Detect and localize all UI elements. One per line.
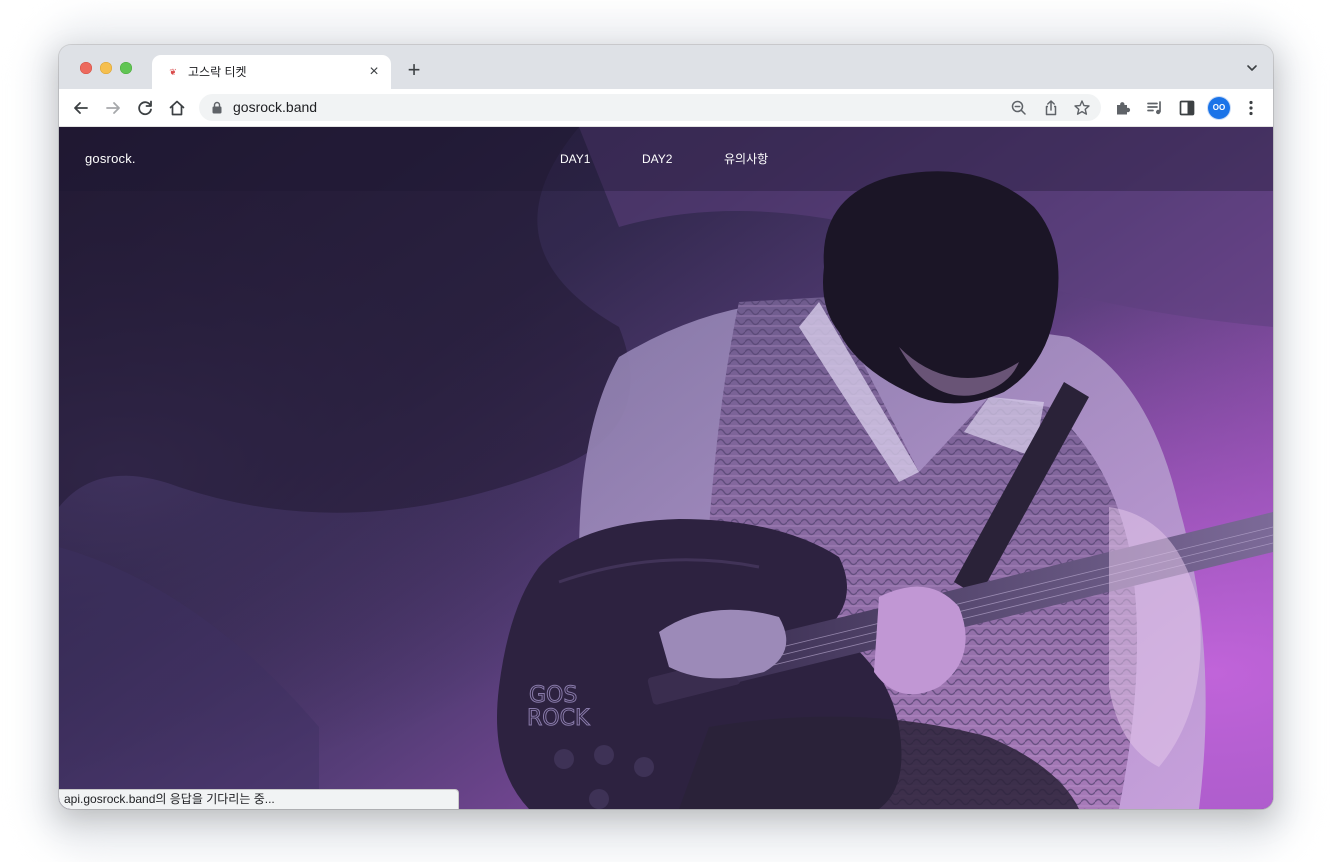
- new-tab-button[interactable]: +: [402, 59, 426, 83]
- svg-text:ROCK: ROCK: [527, 706, 590, 731]
- hero-background-image: GOS ROCK: [59, 127, 1273, 809]
- tab-strip: ❦ 고스락 티켓 × +: [59, 45, 1273, 89]
- page-viewport: GOS ROCK gosrock. DAY1 DAY2 유의사항 api.gos…: [59, 127, 1273, 809]
- nav-day2[interactable]: DAY2: [642, 151, 672, 167]
- tab-search-chevron-icon[interactable]: [1245, 61, 1259, 75]
- playlist-icon: [1147, 101, 1161, 115]
- home-icon: [169, 100, 185, 116]
- profile-avatar[interactable]: OO: [1208, 97, 1230, 119]
- kebab-menu-icon: [1249, 100, 1253, 116]
- zoom-out-icon[interactable]: [1009, 98, 1029, 118]
- home-button[interactable]: [166, 97, 188, 119]
- tab-close-icon[interactable]: ×: [366, 64, 382, 80]
- lock-icon: [212, 101, 222, 114]
- reload-button[interactable]: [134, 97, 156, 119]
- zoom-window-button[interactable]: [120, 62, 132, 74]
- extensions-button[interactable]: [1112, 97, 1134, 119]
- media-control-button[interactable]: [1144, 97, 1166, 119]
- browser-window: ❦ 고스락 티켓 × + gosrock.band OO GOS ROCK go…: [59, 45, 1273, 809]
- nav-notice[interactable]: 유의사항: [724, 151, 768, 167]
- minimize-window-button[interactable]: [100, 62, 112, 74]
- bookmark-star-icon[interactable]: [1072, 98, 1092, 118]
- side-panel-button[interactable]: [1176, 97, 1198, 119]
- back-button[interactable]: [70, 97, 92, 119]
- url-text: gosrock.band: [233, 99, 318, 115]
- reload-icon: [138, 100, 152, 116]
- rose-icon: ❦: [169, 67, 177, 77]
- status-bar: api.gosrock.band의 응답을 기다리는 중...: [59, 789, 459, 809]
- site-logo[interactable]: gosrock.: [85, 151, 136, 167]
- forward-arrow-icon: [106, 102, 120, 114]
- forward-button[interactable]: [102, 97, 124, 119]
- address-bar[interactable]: gosrock.band: [199, 94, 1101, 121]
- puzzle-icon: [1117, 102, 1131, 115]
- browser-menu-button[interactable]: [1240, 97, 1262, 119]
- tab-title: 고스락 티켓: [188, 65, 247, 79]
- browser-toolbar: gosrock.band OO: [59, 89, 1273, 127]
- nav-day1[interactable]: DAY1: [560, 151, 590, 167]
- close-window-button[interactable]: [80, 62, 92, 74]
- side-panel-icon: [1179, 100, 1195, 116]
- svg-text:GOS: GOS: [529, 683, 577, 708]
- tab-gosrock[interactable]: ❦ 고스락 티켓 ×: [152, 55, 391, 89]
- back-arrow-icon: [74, 102, 88, 114]
- share-icon[interactable]: [1041, 98, 1061, 118]
